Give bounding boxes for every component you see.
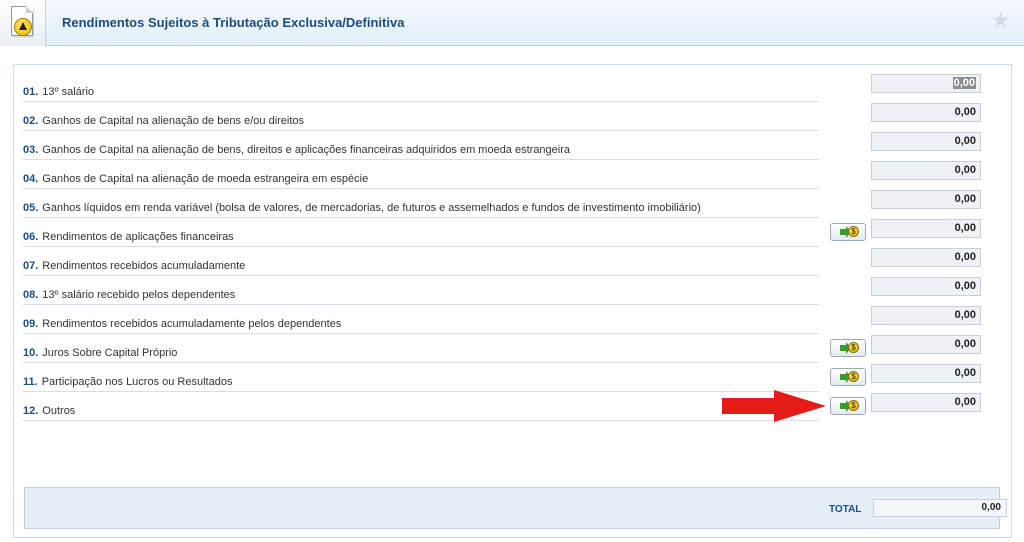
row-label: Rendimentos recebidos acumuladamente pel… <box>42 318 342 330</box>
row-number: 03. <box>23 144 39 156</box>
value-text: 0,00 <box>954 164 976 176</box>
row-number: 10. <box>23 347 39 359</box>
row-description: 06. Rendimentos de aplicações financeiras <box>23 225 819 247</box>
value-field[interactable]: 0,00 <box>871 364 981 383</box>
value-text: 0,00 <box>954 251 976 263</box>
row-number: 07. <box>23 260 39 272</box>
red-arrow-annotation <box>722 390 826 422</box>
row-description: 03. Ganhos de Capital na alienação de ben… <box>23 138 819 160</box>
row-label: Outros <box>42 405 76 417</box>
row-label: 13º salário recebido pelos dependentes <box>42 289 236 301</box>
arrow-icon <box>840 342 851 354</box>
row-description: 10. Juros Sobre Capital Próprio <box>23 341 819 363</box>
total-value: 0,00 <box>873 499 1007 517</box>
row-description: 05. Ganhos líquidos em renda variável (bo… <box>23 196 819 218</box>
row-description: 11. Participação nos Lucros ou Resultados <box>23 370 819 392</box>
value-field[interactable]: 0,00 <box>871 190 981 209</box>
coin-icon: $ <box>848 400 859 411</box>
value-field[interactable]: 0,00 <box>871 161 981 180</box>
row-number: 08. <box>23 289 39 301</box>
value-text: 0,00 <box>954 280 976 292</box>
value-text: 0,00 <box>954 222 976 234</box>
total-bar: TOTAL 0,00 <box>24 487 1007 529</box>
row-number: 04. <box>23 173 39 185</box>
row-number: 02. <box>23 115 39 127</box>
detail-button[interactable]: $ <box>830 397 866 415</box>
value-field[interactable]: 0,00 <box>871 219 981 238</box>
value-field[interactable]: 0,00 <box>871 335 981 354</box>
detail-button[interactable]: $ <box>830 368 866 386</box>
row-number: 01. <box>23 86 39 98</box>
value-field[interactable]: 0,00 <box>871 306 981 325</box>
value-text: 0,00 <box>952 77 976 89</box>
document-warning-icon <box>11 6 33 36</box>
arrow-icon <box>840 226 851 238</box>
row-label: 13º salário <box>42 86 95 98</box>
row-number: 05. <box>23 202 39 214</box>
coin-icon: $ <box>848 226 859 237</box>
value-field[interactable]: 0,00 <box>871 277 981 296</box>
coin-icon: $ <box>848 371 859 382</box>
row-label: Rendimentos de aplicações financeiras <box>42 231 234 243</box>
row-label: Ganhos líquidos em renda variável (bolsa… <box>42 202 701 214</box>
row-description: 09. Rendimentos recebidos acumuladamente … <box>23 312 819 334</box>
row-label: Ganhos de Capital na alienação de moeda … <box>42 173 369 185</box>
row-description: 02. Ganhos de Capital na alienação de ben… <box>23 109 819 131</box>
row-description: 12. Outros <box>23 399 819 421</box>
row-number: 11. <box>23 376 38 388</box>
row-description: 07. Rendimentos recebidos acumuladamente <box>23 254 819 276</box>
page-header: Rendimentos Sujeitos à Tributação Exclus… <box>0 0 1024 46</box>
value-field[interactable]: 0,00 <box>871 248 981 267</box>
page-title: Rendimentos Sujeitos à Tributação Exclus… <box>62 15 405 30</box>
total-label: TOTAL <box>829 504 862 515</box>
detail-button[interactable]: $ <box>830 339 866 357</box>
row-number: 09. <box>23 318 39 330</box>
row-label: Ganhos de Capital na alienação de bens, … <box>42 144 571 156</box>
value-text: 0,00 <box>954 135 976 147</box>
arrow-icon <box>840 371 851 383</box>
value-field[interactable]: 0,00 <box>871 132 981 151</box>
value-field[interactable]: 0,00 <box>871 103 981 122</box>
star-icon[interactable]: ★ <box>991 10 1010 31</box>
value-text: 0,00 <box>954 106 976 118</box>
row-number: 06. <box>23 231 39 243</box>
coin-icon: $ <box>848 342 859 353</box>
row-description: 04. Ganhos de Capital na alienação de moe… <box>23 167 819 189</box>
detail-button[interactable]: $ <box>830 223 866 241</box>
value-text: 0,00 <box>954 367 976 379</box>
value-text: 0,00 <box>954 396 976 408</box>
row-label: Rendimentos recebidos acumuladamente <box>42 260 246 272</box>
value-text: 0,00 <box>954 193 976 205</box>
value-text: 0,00 <box>954 309 976 321</box>
value-text: 0,00 <box>954 338 976 350</box>
row-description: 08. 13º salário recebido pelos dependente… <box>23 283 819 305</box>
value-field[interactable]: 0,00 <box>871 74 981 93</box>
row-label: Ganhos de Capital na alienação de bens e… <box>42 115 305 127</box>
value-field[interactable]: 0,00 <box>871 393 981 412</box>
row-label: Participação nos Lucros ou Resultados <box>41 376 233 388</box>
declaration-icon-area <box>0 0 46 46</box>
row-description: 01. 13º salário <box>23 80 819 102</box>
row-label: Juros Sobre Capital Próprio <box>42 347 178 359</box>
row-number: 12. <box>23 405 39 417</box>
arrow-icon <box>840 400 851 412</box>
